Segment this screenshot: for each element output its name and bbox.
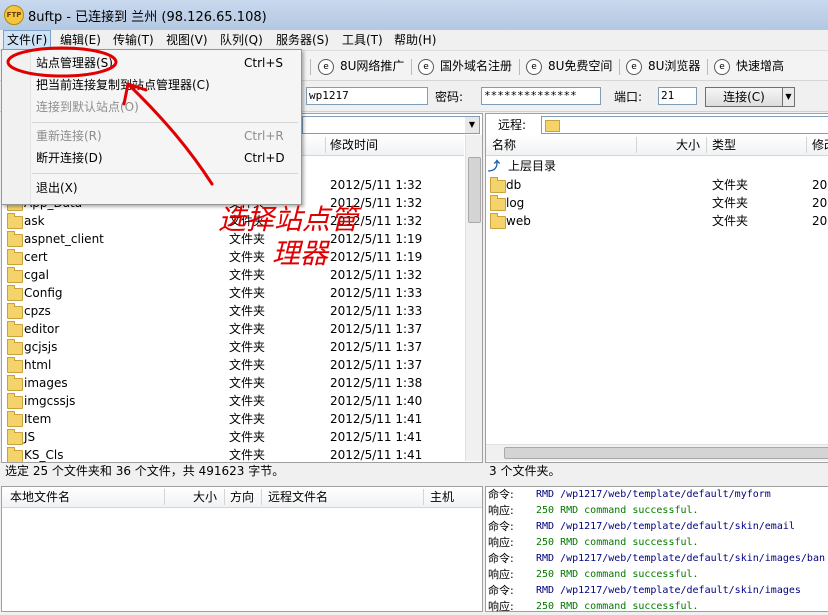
- annotation-text-line2: 理器: [272, 237, 329, 270]
- annotation-arrow: [122, 82, 214, 186]
- annotation-circle: [6, 46, 118, 78]
- annotation-marks: [6, 46, 214, 186]
